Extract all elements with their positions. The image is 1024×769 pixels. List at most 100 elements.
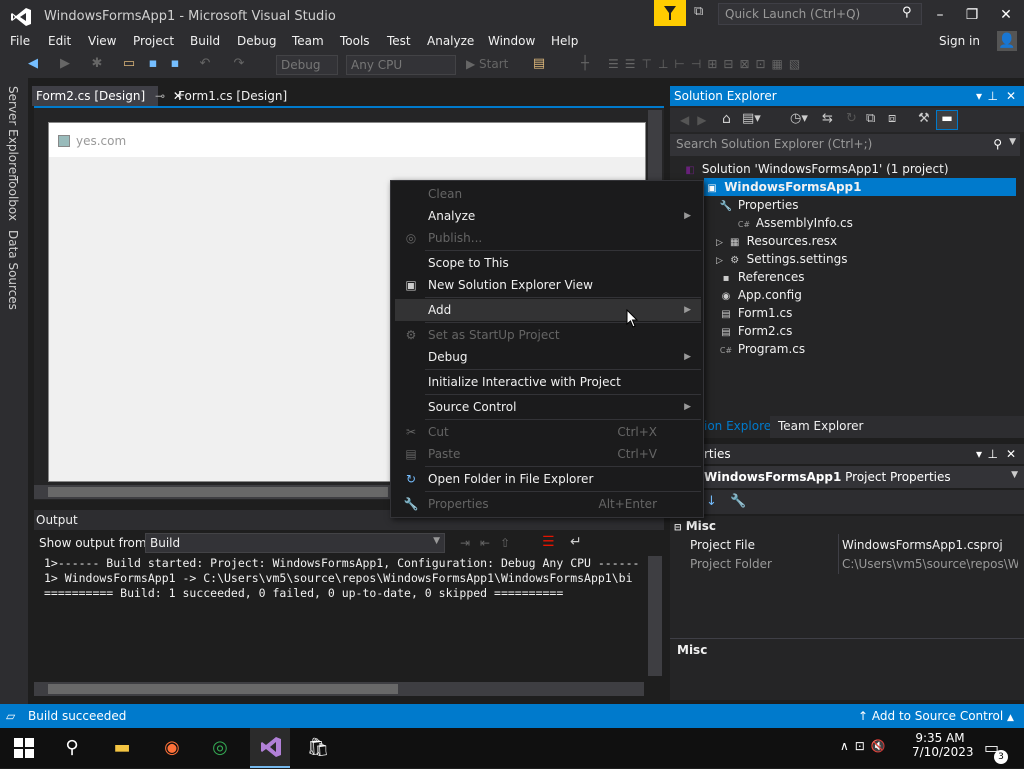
menu-item-properties[interactable]: 🔧 Properties Alt+Enter [395,493,701,515]
menu-item-paste[interactable]: ▤ Paste Ctrl+V [395,443,701,465]
tab-form2-design[interactable]: Form2.cs [Design] ⊸ ✕ [32,86,183,106]
collapse-all-icon[interactable]: ⧉ [866,111,875,126]
maximize-button[interactable]: ❐ [958,4,986,26]
pin-icon[interactable]: ⊥ [988,89,998,103]
visual-studio-taskbar-button[interactable] [250,728,290,768]
close-icon[interactable]: ✕ [1006,447,1016,461]
firefox-icon[interactable]: ◉ [158,735,186,761]
menu-build[interactable]: Build [190,34,220,48]
designer-scroll-thumb[interactable] [48,487,388,497]
platform-select[interactable]: Any CPU [346,55,456,75]
data-sources-tab[interactable]: Data Sources [6,230,20,310]
sort-alphabetical-icon[interactable]: ↓ [706,494,717,509]
minimize-button[interactable]: – [926,4,954,26]
menu-item-cut[interactable]: ✂ Cut Ctrl+X [395,421,701,443]
home-icon[interactable]: ⌂ [722,111,731,127]
clock[interactable]: 9:35 AM 7/10/2023 [912,731,974,759]
menu-view[interactable]: View [88,34,116,48]
tree-item-solution[interactable]: ◧ Solution 'WindowsFormsApp1' (1 project… [682,160,948,178]
tree-item-properties[interactable]: 🔧 Properties [718,196,799,214]
server-explorer-tab[interactable]: Server Explorer [6,86,20,179]
chevron-down-icon[interactable]: ▾ [976,89,982,103]
properties-wrench-icon[interactable]: ⚒ [918,111,930,126]
menu-item-analyze[interactable]: Analyze ▶ [395,205,701,227]
new-project-icon[interactable]: ✱ [90,57,104,71]
tree-item-form2[interactable]: ▤ Form2.cs [718,322,792,340]
menu-team[interactable]: Team [292,34,324,48]
switch-views-icon[interactable]: ▤▾ [742,111,761,126]
menu-item-debug[interactable]: Debug ▶ [395,346,701,368]
refresh-icon[interactable]: ↻ [846,111,857,126]
tree-item-program[interactable]: C# Program.cs [718,340,805,358]
output-toolbar-icons[interactable]: ⇥⇤⇧ [460,536,520,550]
pending-changes-filter-icon[interactable]: ◷▾ [790,111,808,126]
clear-all-icon[interactable]: ☰ [542,534,555,550]
search-icon[interactable]: ⚲ [58,735,86,761]
property-category[interactable]: ⊟ Misc [674,519,716,533]
chrome-icon[interactable]: ◎ [206,735,234,761]
show-all-files-icon[interactable]: ⧈ [888,111,896,126]
menu-window[interactable]: Window [488,34,535,48]
output-source-select[interactable]: Build ▼ [145,533,445,553]
menu-item-initialize-interactive[interactable]: Initialize Interactive with Project [395,371,701,393]
tree-item-form1[interactable]: ▤ Form1.cs [718,304,792,322]
menu-project[interactable]: Project [133,34,174,48]
sign-in-link[interactable]: Sign in [939,34,980,48]
menu-item-add[interactable]: Add ▶ [395,299,701,321]
menu-item-new-solution-explorer-view[interactable]: ▣ New Solution Explorer View [395,274,701,296]
start-button[interactable]: ▶ Start [466,57,508,71]
expand-arrow-icon[interactable]: ▷ [716,256,723,266]
close-button[interactable]: ✕ [992,4,1020,26]
property-pages-icon[interactable]: 🔧 [730,494,746,509]
tree-item-assemblyinfo[interactable]: C# AssemblyInfo.cs [736,214,853,232]
account-avatar-icon[interactable]: 👤 [997,31,1017,51]
menu-test[interactable]: Test [387,34,411,48]
output-scroll-thumb[interactable] [48,684,398,694]
back-icon[interactable]: ◀ [26,57,40,71]
align-icon[interactable]: ┼ [578,57,592,71]
tab-team-explorer[interactable]: Team Explorer [778,419,864,433]
menu-item-publish[interactable]: ◎ Publish... [395,227,701,249]
store-icon[interactable]: 🛍 [304,735,332,761]
tree-item-resources[interactable]: ▷ ▦ Resources.resx [716,232,837,250]
menu-item-source-control[interactable]: Source Control ▶ [395,396,701,418]
preview-selected-items-icon[interactable]: ▬ [936,110,958,130]
configuration-select[interactable]: Debug [276,55,338,75]
system-tray-icons[interactable]: ∧⊡🔇 [840,739,892,753]
windows-start-icon[interactable] [14,738,34,758]
tree-item-project[interactable]: ▣ WindowsFormsApp1 [704,178,1016,196]
undo-icon[interactable]: ↶ [198,57,212,71]
tree-item-appconfig[interactable]: ◉ App.config [718,286,802,304]
save-icon[interactable]: ▪ [146,57,160,71]
toolbox-tab[interactable]: Toolbox [6,176,20,221]
menu-item-open-folder[interactable]: ↻ Open Folder in File Explorer [395,468,701,490]
feedback-filter-button[interactable] [654,0,686,26]
save-all-icon[interactable]: ▪ [168,57,182,71]
add-to-source-control-button[interactable]: ↑ Add to Source Control ▲ [858,709,1014,723]
menu-item-clean[interactable]: Clean [395,183,701,205]
forward-icon[interactable]: ▶ [58,57,72,71]
word-wrap-icon[interactable]: ↵ [570,534,582,550]
tab-form1-design[interactable]: Form1.cs [Design] [160,86,287,106]
menu-tools[interactable]: Tools [340,34,370,48]
sync-with-document-icon[interactable]: ⇆ [822,111,833,126]
close-icon[interactable]: ✕ [1006,89,1016,103]
menu-file[interactable]: File [10,34,30,48]
menu-debug[interactable]: Debug [237,34,276,48]
menu-item-scope-to-this[interactable]: Scope to This [395,252,701,274]
quick-launch-input[interactable]: Quick Launch (Ctrl+Q) [718,3,922,25]
solution-configurations-icon[interactable]: ▤ [532,57,546,71]
solution-explorer-search[interactable]: Search Solution Explorer (Ctrl+;) ⚲ ▼ [670,134,1020,156]
menu-edit[interactable]: Edit [48,34,71,48]
menu-help[interactable]: Help [551,34,578,48]
open-file-icon[interactable]: ▭ [122,57,136,71]
nav-arrows-icon[interactable]: ◀▶ [680,113,714,127]
pin-icon[interactable]: ⊥ [988,447,998,461]
tree-item-references[interactable]: ▪ References [718,268,805,286]
chevron-down-icon[interactable]: ▾ [976,447,982,461]
redo-icon[interactable]: ↷ [232,57,246,71]
layout-toolbar-icons[interactable]: ☰☰⊤⊥⊢⊣⊞⊟⊠⊡▦▧ [608,57,806,71]
menu-analyze[interactable]: Analyze [427,34,474,48]
property-value[interactable]: WindowsFormsApp1.csproj [842,538,1003,552]
tree-item-settings[interactable]: ▷ ⚙ Settings.settings [716,250,847,268]
